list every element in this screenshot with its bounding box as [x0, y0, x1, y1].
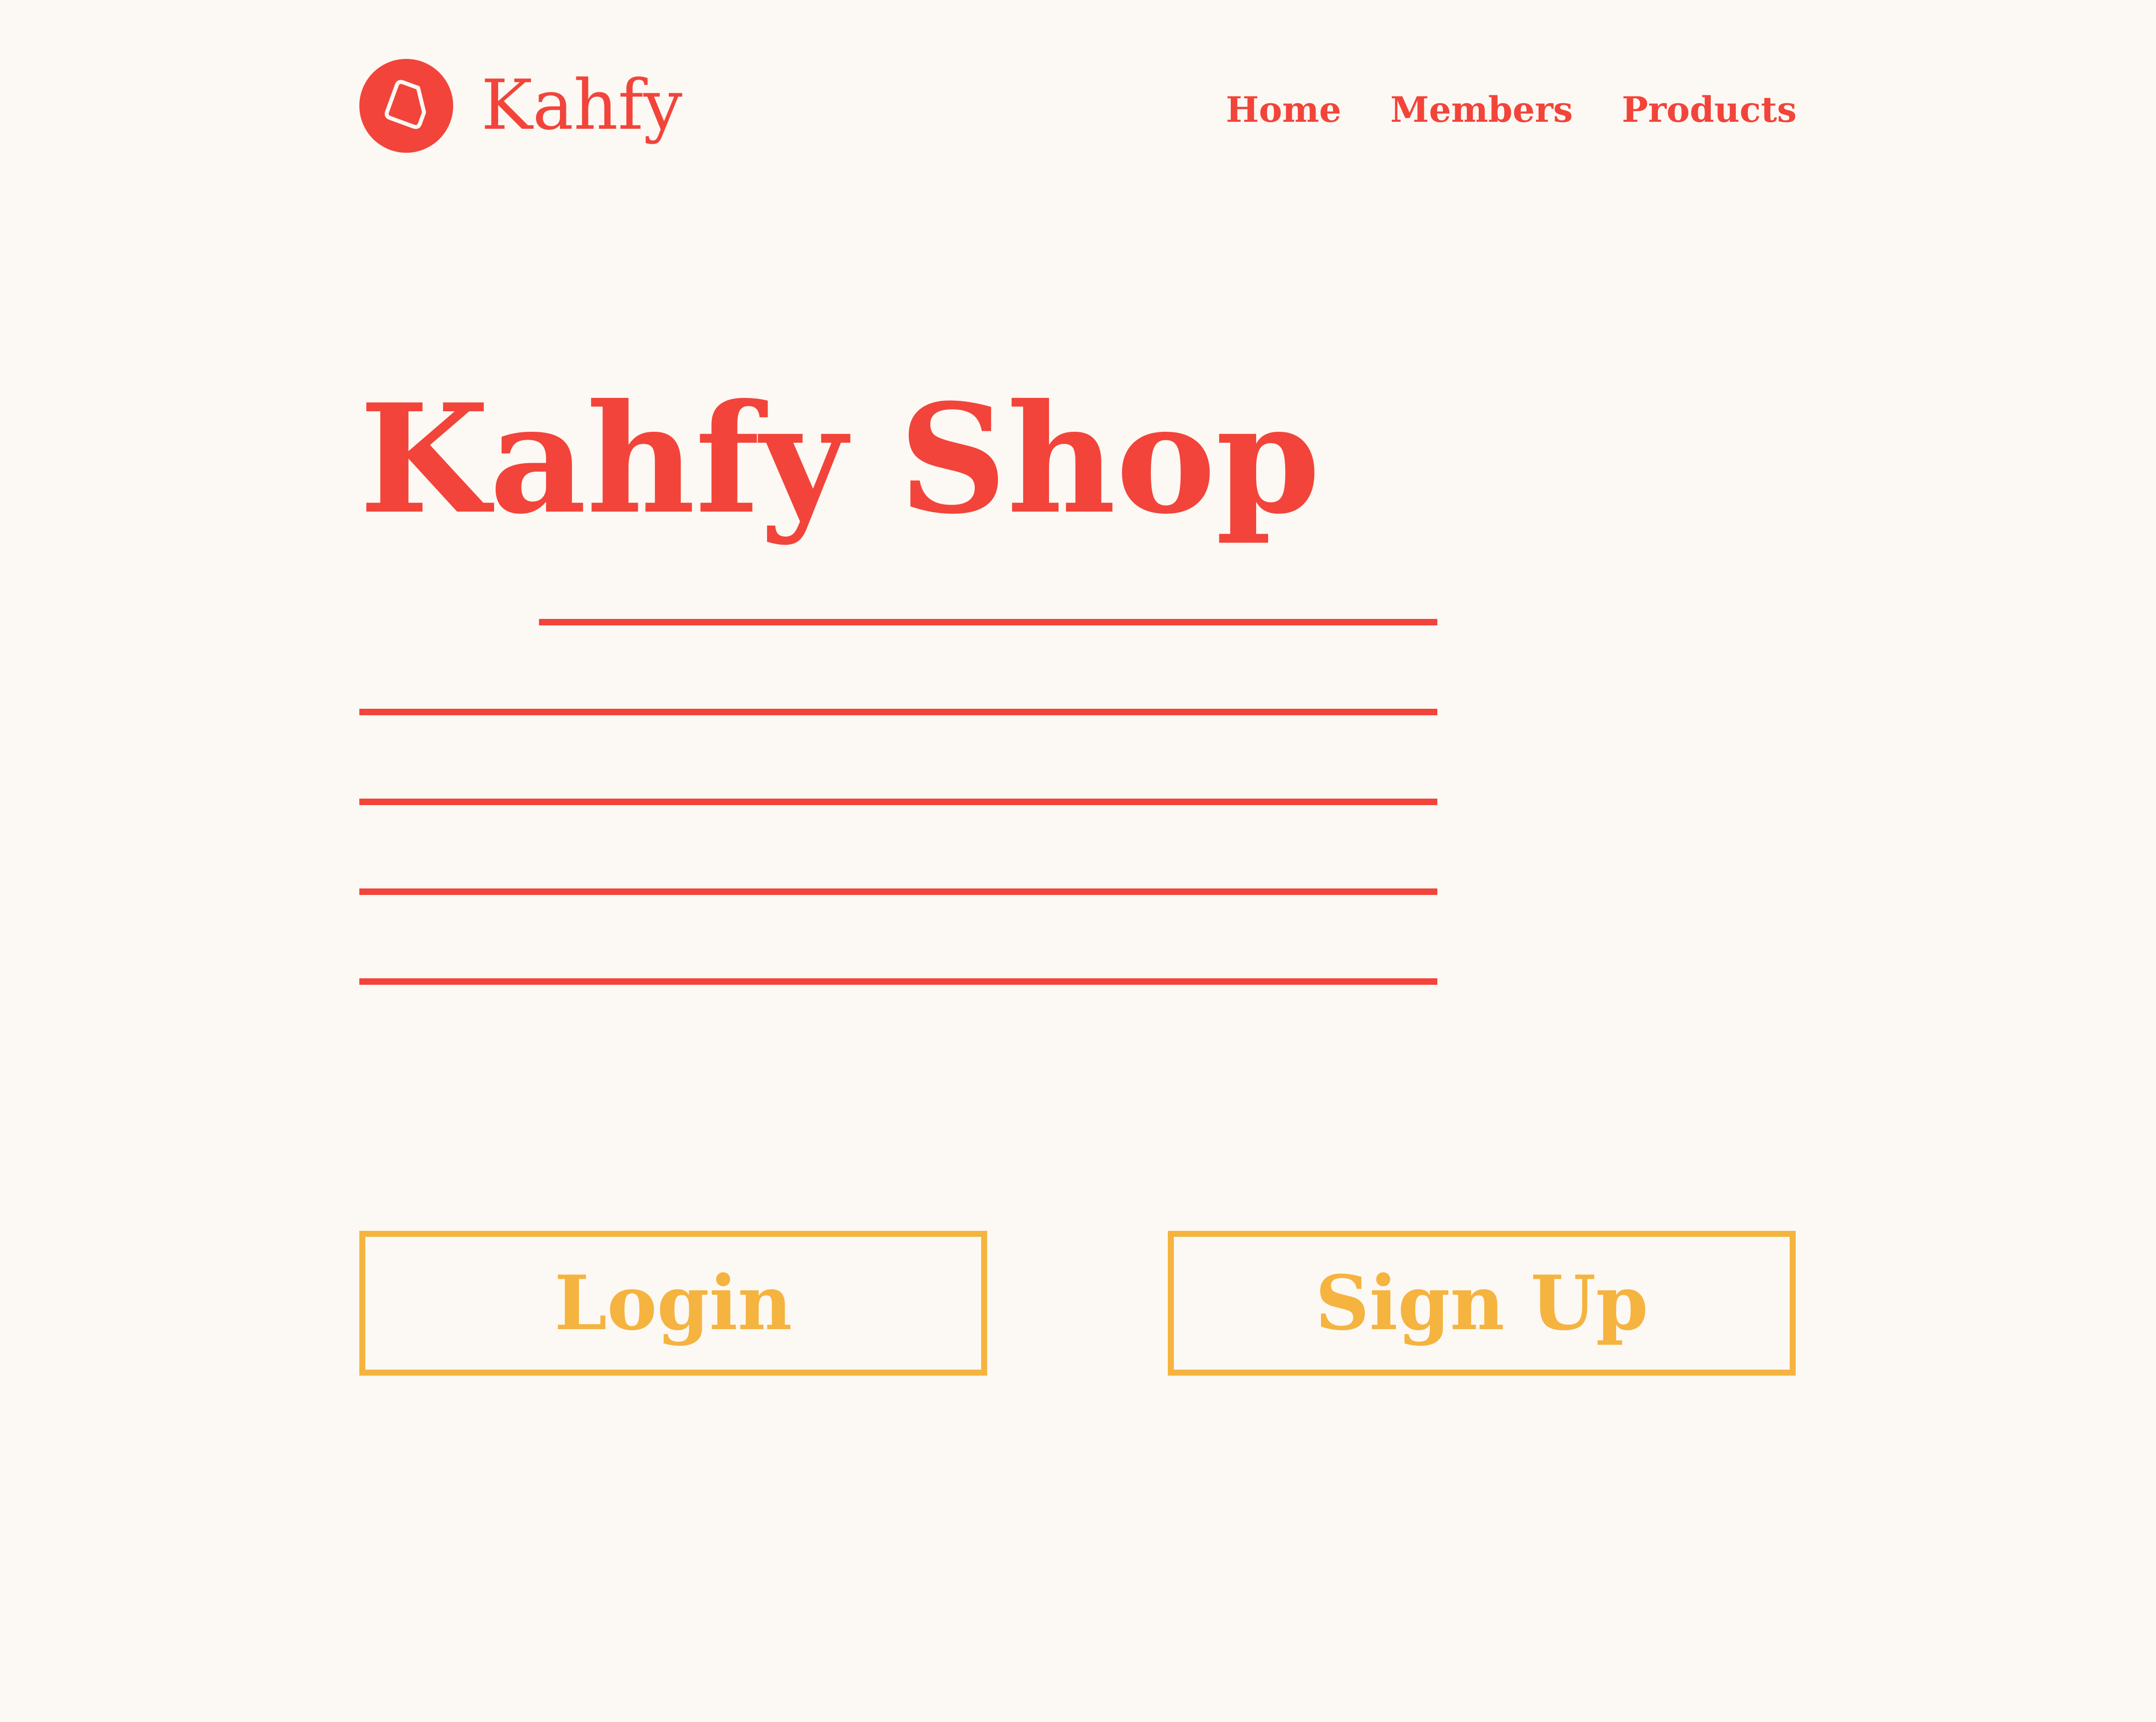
login-button[interactable]: Login [359, 1231, 987, 1376]
nav-home-link[interactable]: Home [1226, 85, 1341, 135]
text-placeholder-line [359, 799, 1437, 805]
text-placeholder-line [539, 619, 1437, 625]
site-header: Kahfy Home Members Products [359, 59, 1797, 154]
nav-members-link[interactable]: Members [1390, 85, 1573, 135]
logo[interactable] [359, 59, 453, 153]
text-placeholder-line [359, 978, 1437, 985]
main-nav: Home Members Products [1226, 85, 1797, 135]
text-placeholder-line [359, 709, 1437, 715]
nav-products-link[interactable]: Products [1622, 85, 1797, 135]
text-placeholder-line [359, 888, 1437, 895]
sign-up-button[interactable]: Sign Up [1168, 1231, 1796, 1376]
brand-name[interactable]: Kahfy [481, 63, 682, 148]
tag-icon [384, 80, 426, 129]
page-title: Kahfy Shop [359, 371, 1321, 547]
